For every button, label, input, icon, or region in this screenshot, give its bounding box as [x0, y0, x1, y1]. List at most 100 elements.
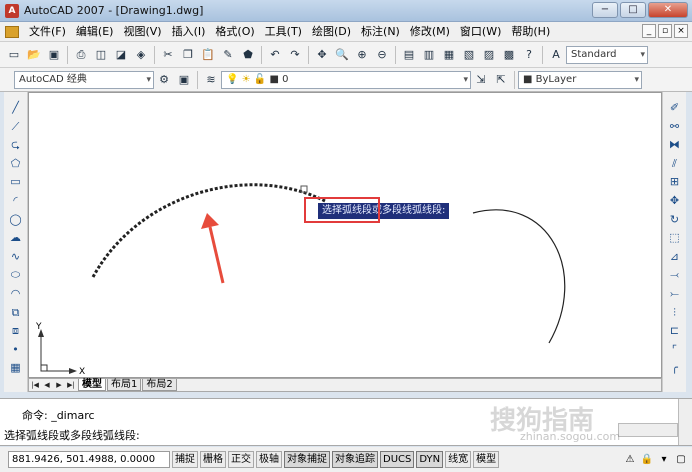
- tab-model[interactable]: 模型: [78, 379, 106, 391]
- layer-select[interactable]: 💡 ☀ 🔓 ■ 0: [221, 70, 471, 89]
- point-icon[interactable]: •: [8, 342, 24, 358]
- tab-prev-icon[interactable]: ◀: [41, 379, 53, 391]
- circle-icon[interactable]: ◯: [8, 212, 24, 228]
- ellipse-arc-icon[interactable]: ◠: [8, 286, 24, 302]
- menu-format[interactable]: 格式(O): [210, 23, 259, 41]
- maximize-button[interactable]: □: [620, 2, 646, 18]
- lock-icon[interactable]: 🔒: [640, 453, 654, 467]
- menu-tools[interactable]: 工具(T): [260, 23, 307, 41]
- make-object-layer-current-icon[interactable]: ⇲: [472, 71, 490, 89]
- redo-icon[interactable]: ↷: [286, 46, 304, 64]
- tab-last-icon[interactable]: ▶|: [65, 379, 77, 391]
- offset-icon[interactable]: ⫽: [667, 156, 683, 172]
- new-file-icon[interactable]: ▭: [5, 46, 23, 64]
- zoom-realtime-icon[interactable]: 🔍: [333, 46, 351, 64]
- minimize-button[interactable]: −: [592, 2, 618, 18]
- close-button[interactable]: ✕: [648, 2, 688, 18]
- status-menu-icon[interactable]: ▾: [657, 453, 671, 467]
- properties-icon[interactable]: ▤: [400, 46, 418, 64]
- document-icon[interactable]: [0, 23, 24, 41]
- copy-icon[interactable]: ❐: [179, 46, 197, 64]
- text-style-icon[interactable]: A: [547, 46, 565, 64]
- mirror-icon[interactable]: ⧓: [667, 137, 683, 153]
- coordinates-display[interactable]: 881.9426, 501.4988, 0.0000: [8, 451, 170, 468]
- arc[interactable]: [472, 209, 566, 344]
- command-prompt[interactable]: 选择弧线段或多段线弧线段:: [4, 427, 140, 443]
- sheet-set-icon[interactable]: ▧: [460, 46, 478, 64]
- block-editor-icon[interactable]: ⬟: [239, 46, 257, 64]
- menu-view[interactable]: 视图(V): [118, 23, 166, 41]
- otrack-toggle[interactable]: 对象追踪: [332, 451, 378, 468]
- layer-manager-icon[interactable]: ≋: [202, 71, 220, 89]
- linetype-select[interactable]: ■ ByLayer: [518, 70, 642, 89]
- menu-edit[interactable]: 编辑(E): [71, 23, 119, 41]
- pan-icon[interactable]: ✥: [313, 46, 331, 64]
- help-icon[interactable]: ?: [520, 46, 538, 64]
- design-center-icon[interactable]: ▥: [420, 46, 438, 64]
- spline-icon[interactable]: ∿: [8, 249, 24, 265]
- match-properties-icon[interactable]: ✎: [219, 46, 237, 64]
- hatch-icon[interactable]: ▦: [8, 360, 24, 376]
- undo-icon[interactable]: ↶: [266, 46, 284, 64]
- stretch-icon[interactable]: ⊿: [667, 249, 683, 265]
- layer-previous-icon[interactable]: ⇱: [492, 71, 510, 89]
- paste-icon[interactable]: 📋: [199, 46, 217, 64]
- snap-toggle[interactable]: 捕捉: [172, 451, 198, 468]
- dyn-toggle[interactable]: DYN: [416, 451, 444, 468]
- construction-line-icon[interactable]: ⟋: [8, 119, 24, 135]
- menu-help[interactable]: 帮助(H): [506, 23, 555, 41]
- menu-insert[interactable]: 插入(I): [167, 23, 211, 41]
- doc-minimize-button[interactable]: _: [642, 24, 656, 38]
- copy-object-icon[interactable]: ⚯: [667, 119, 683, 135]
- clean-screen-icon[interactable]: ▢: [674, 453, 688, 467]
- erase-icon[interactable]: ✐: [667, 100, 683, 116]
- save-icon[interactable]: ▣: [45, 46, 63, 64]
- communication-center-icon[interactable]: ⚠: [623, 453, 637, 467]
- array-icon[interactable]: ⊞: [667, 174, 683, 190]
- scale-icon[interactable]: ⬚: [667, 230, 683, 246]
- open-file-icon[interactable]: 📂: [25, 46, 43, 64]
- tool-palettes-icon[interactable]: ▦: [440, 46, 458, 64]
- menu-draw[interactable]: 绘图(D): [307, 23, 356, 41]
- make-block-icon[interactable]: ⧈: [8, 323, 24, 339]
- drawing-area[interactable]: Y X: [29, 93, 662, 378]
- workspace-save-icon[interactable]: ▣: [175, 71, 193, 89]
- tab-layout2[interactable]: 布局2: [142, 379, 177, 391]
- plot-preview-icon[interactable]: ◫: [92, 46, 110, 64]
- ducs-toggle[interactable]: DUCS: [380, 451, 415, 468]
- zoom-previous-icon[interactable]: ⊖: [373, 46, 391, 64]
- insert-block-icon[interactable]: ⧉: [8, 305, 24, 321]
- grid-toggle[interactable]: 栅格: [200, 451, 226, 468]
- menu-window[interactable]: 窗口(W): [455, 23, 506, 41]
- tab-next-icon[interactable]: ▶: [53, 379, 65, 391]
- drawing-canvas[interactable]: Y X 选择弧线段或多段线弧线段:: [28, 92, 662, 378]
- menu-file[interactable]: 文件(F): [24, 23, 71, 41]
- workspace-select[interactable]: AutoCAD 经典: [14, 70, 154, 89]
- rotate-icon[interactable]: ↻: [667, 212, 683, 228]
- rectangle-icon[interactable]: ▭: [8, 174, 24, 190]
- polar-toggle[interactable]: 极轴: [256, 451, 282, 468]
- command-horizontal-scrollbar[interactable]: [618, 423, 678, 437]
- tab-first-icon[interactable]: |◀: [29, 379, 41, 391]
- calculator-icon[interactable]: ▩: [500, 46, 518, 64]
- break-icon[interactable]: ⫶: [667, 305, 683, 321]
- join-icon[interactable]: ⊏: [667, 323, 683, 339]
- markup-icon[interactable]: ▨: [480, 46, 498, 64]
- polygon-icon[interactable]: ⬠: [8, 156, 24, 172]
- 3d-dwf-icon[interactable]: ◈: [132, 46, 150, 64]
- doc-restore-button[interactable]: ▫: [658, 24, 672, 38]
- menu-modify[interactable]: 修改(M): [405, 23, 455, 41]
- zoom-window-icon[interactable]: ⊕: [353, 46, 371, 64]
- line-icon[interactable]: ╱: [8, 100, 24, 116]
- workspace-settings-icon[interactable]: ⚙: [155, 71, 173, 89]
- trim-icon[interactable]: ⤙: [667, 267, 683, 283]
- revision-cloud-icon[interactable]: ☁: [8, 230, 24, 246]
- move-icon[interactable]: ✥: [667, 193, 683, 209]
- osnap-toggle[interactable]: 对象捕捉: [284, 451, 330, 468]
- lineweight-toggle[interactable]: 线宽: [445, 451, 472, 468]
- doc-close-button[interactable]: ×: [674, 24, 688, 38]
- fillet-icon[interactable]: ╭: [667, 360, 683, 376]
- print-icon[interactable]: ⎙: [72, 46, 90, 64]
- ortho-toggle[interactable]: 正交: [228, 451, 254, 468]
- publish-icon[interactable]: ◪: [112, 46, 130, 64]
